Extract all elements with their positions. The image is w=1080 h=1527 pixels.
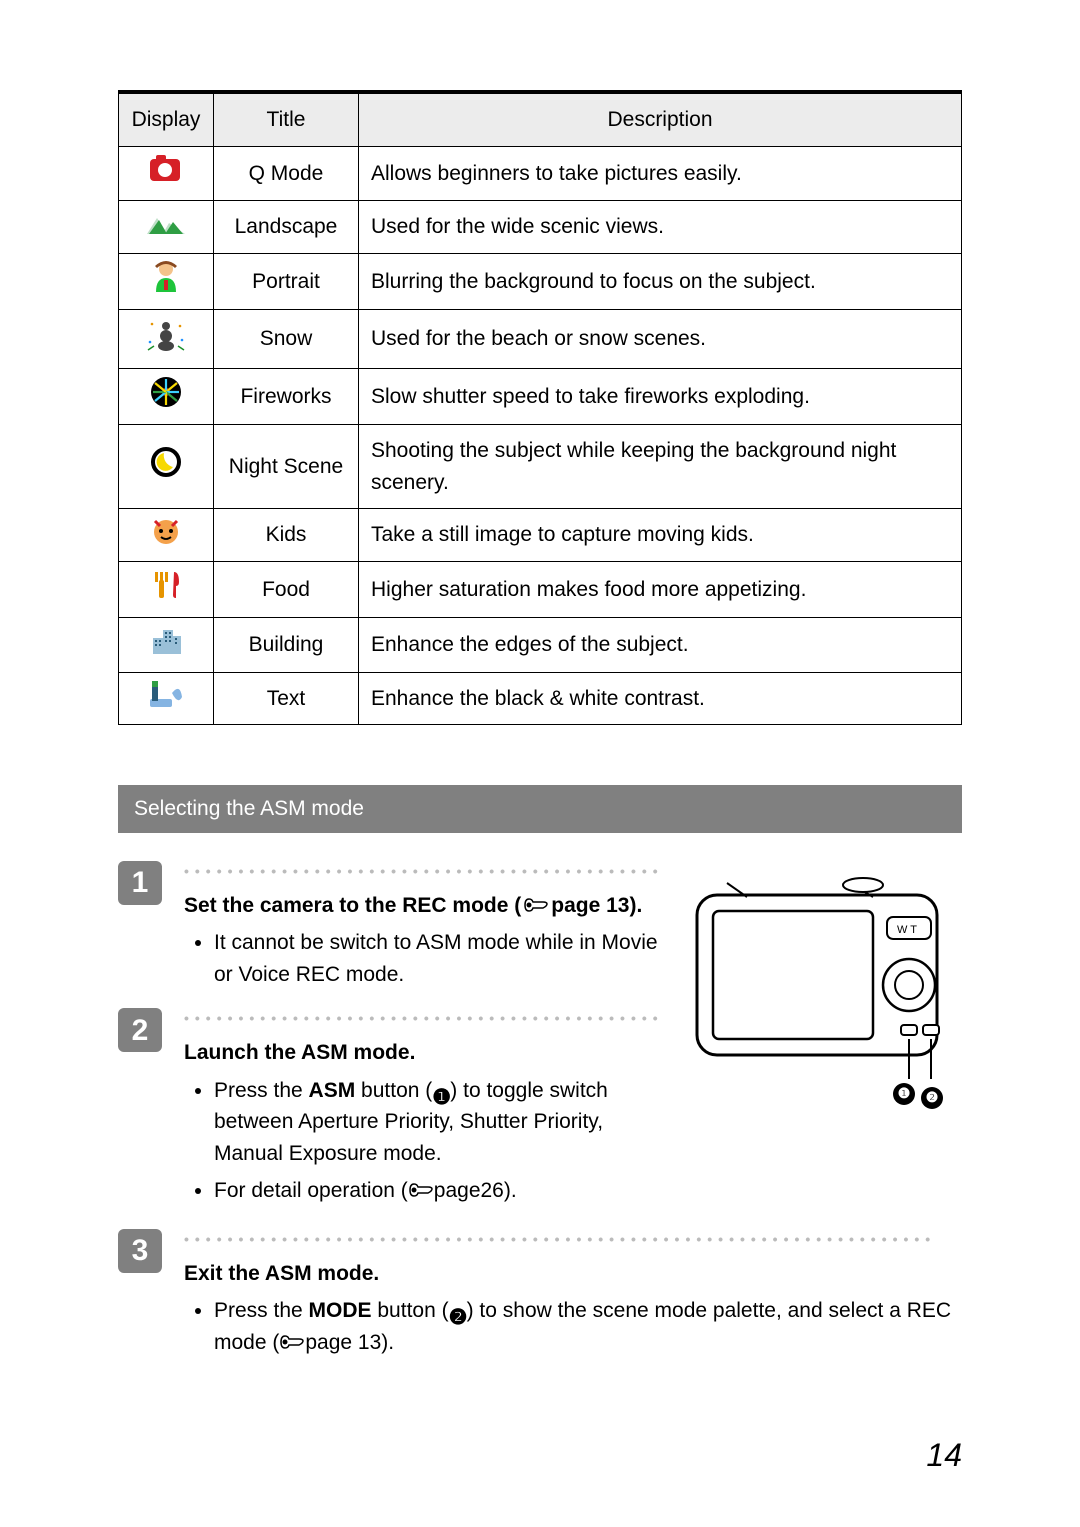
col-title: Title bbox=[214, 92, 359, 146]
page-number: 14 bbox=[926, 1431, 962, 1479]
mode-desc: Enhance the edges of the subject. bbox=[359, 618, 962, 673]
table-row: Portrait Blurring the background to focu… bbox=[119, 253, 962, 310]
portrait-icon bbox=[119, 253, 214, 310]
camera-illustration: W T ❶ ❷ bbox=[687, 875, 957, 1125]
table-row: Landscape Used for the wide scenic views… bbox=[119, 201, 962, 254]
mode-desc: Blurring the background to focus on the … bbox=[359, 253, 962, 310]
mode-desc: Take a still image to capture moving kid… bbox=[359, 509, 962, 562]
table-row: Fireworks Slow shutter speed to take fir… bbox=[119, 368, 962, 425]
table-header-row: Display Title Description bbox=[119, 92, 962, 146]
mode-title: Night Scene bbox=[214, 425, 359, 509]
mode-desc: Higher saturation makes food more appeti… bbox=[359, 561, 962, 618]
step-title-text: Set the camera to the REC mode ( bbox=[184, 894, 521, 917]
mode-desc: Allows beginners to take pictures easily… bbox=[359, 146, 962, 201]
callout-label-two: ❷ bbox=[921, 1087, 943, 1109]
food-icon bbox=[119, 561, 214, 618]
mode-desc: Slow shutter speed to take fireworks exp… bbox=[359, 368, 962, 425]
step-2-title: Launch the ASM mode. bbox=[184, 1037, 666, 1069]
callout-label-one: ❶ bbox=[893, 1083, 915, 1105]
page-ref-icon bbox=[408, 1179, 434, 1202]
mode-title: Snow bbox=[214, 310, 359, 369]
table-row: Text Enhance the black & white contrast. bbox=[119, 672, 962, 725]
callout-two-icon: ❷ bbox=[449, 1302, 467, 1320]
landscape-icon bbox=[119, 201, 214, 254]
step-1-title: Set the camera to the REC mode ( page 13)… bbox=[184, 890, 666, 922]
step-3-title: Exit the ASM mode. bbox=[184, 1258, 962, 1290]
table-row: Kids Take a still image to capture movin… bbox=[119, 509, 962, 562]
step-2: 2 ••••••••••••••••••••••••••••••••••••••… bbox=[118, 1008, 666, 1207]
step-number-badge: 3 bbox=[118, 1229, 162, 1273]
scene-modes-table: Display Title Description Q Mode Allows … bbox=[118, 90, 962, 725]
q-mode-icon bbox=[119, 146, 214, 201]
table-row: Night Scene Shooting the subject while k… bbox=[119, 425, 962, 509]
section-heading-asm: Selecting the ASM mode bbox=[118, 785, 962, 833]
mode-title: Food bbox=[214, 561, 359, 618]
text-icon bbox=[119, 672, 214, 725]
kids-icon bbox=[119, 509, 214, 562]
table-row: Snow Used for the beach or snow scenes. bbox=[119, 310, 962, 369]
step-1: 1 ••••••••••••••••••••••••••••••••••••••… bbox=[118, 861, 666, 991]
table-row: Q Mode Allows beginners to take pictures… bbox=[119, 146, 962, 201]
col-description: Description bbox=[359, 92, 962, 146]
mode-title: Landscape bbox=[214, 201, 359, 254]
step-number-badge: 1 bbox=[118, 861, 162, 905]
step-1-bullet: It cannot be switch to ASM mode while in… bbox=[214, 927, 666, 990]
table-row: Building Enhance the edges of the subjec… bbox=[119, 618, 962, 673]
separator-dots: ••••••••••••••••••••••••••••••••••••••••… bbox=[184, 1229, 962, 1250]
night-scene-icon bbox=[119, 425, 214, 509]
mode-desc: Enhance the black & white contrast. bbox=[359, 672, 962, 725]
mode-title: Building bbox=[214, 618, 359, 673]
step-3-bullet: Press the MODE button (❷) to show the sc… bbox=[214, 1295, 962, 1358]
asm-steps: 1 ••••••••••••••••••••••••••••••••••••••… bbox=[118, 857, 962, 1359]
page-ref-text: page 13 bbox=[551, 894, 629, 917]
mode-desc: Used for the wide scenic views. bbox=[359, 201, 962, 254]
step-title-text: ). bbox=[629, 894, 642, 917]
fireworks-icon bbox=[119, 368, 214, 425]
mode-desc: Shooting the subject while keeping the b… bbox=[359, 425, 962, 509]
mode-title: Text bbox=[214, 672, 359, 725]
snow-icon bbox=[119, 310, 214, 369]
mode-desc: Used for the beach or snow scenes. bbox=[359, 310, 962, 369]
separator-dots: ••••••••••••••••••••••••••••••••••••••••… bbox=[184, 1008, 666, 1029]
col-display: Display bbox=[119, 92, 214, 146]
building-icon bbox=[119, 618, 214, 673]
mode-title: Q Mode bbox=[214, 146, 359, 201]
step-number-badge: 2 bbox=[118, 1008, 162, 1052]
page-ref-icon bbox=[523, 894, 549, 917]
table-row: Food Higher saturation makes food more a… bbox=[119, 561, 962, 618]
mode-title: Portrait bbox=[214, 253, 359, 310]
svg-text:W T: W T bbox=[897, 924, 917, 936]
mode-title: Fireworks bbox=[214, 368, 359, 425]
step-3: 3 ••••••••••••••••••••••••••••••••••••••… bbox=[118, 1229, 962, 1359]
page-ref-icon bbox=[279, 1331, 305, 1354]
mode-title: Kids bbox=[214, 509, 359, 562]
separator-dots: ••••••••••••••••••••••••••••••••••••••••… bbox=[184, 861, 666, 882]
callout-one-icon: ❶ bbox=[432, 1082, 450, 1100]
step-2-bullet-2: For detail operation (page26). bbox=[214, 1175, 666, 1207]
step-2-bullet-1: Press the ASM button (❶) to toggle switc… bbox=[214, 1075, 666, 1170]
